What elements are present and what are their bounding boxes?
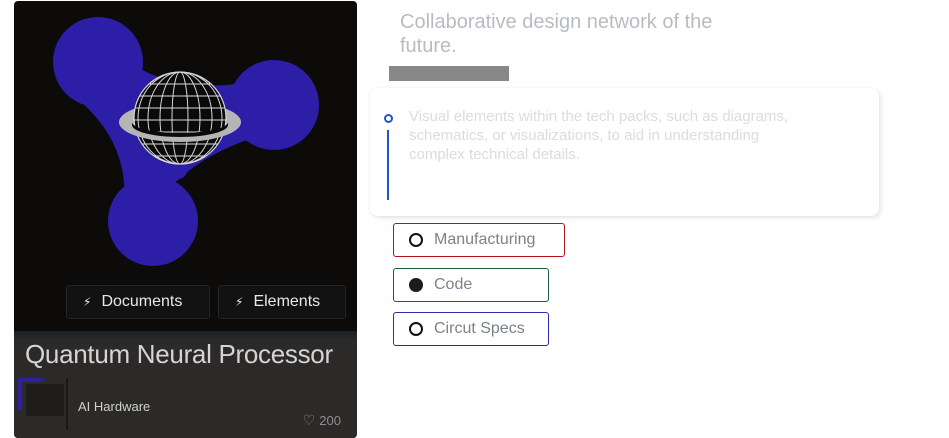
radio-checked-icon[interactable] — [409, 278, 423, 292]
product-illustration — [53, 17, 319, 266]
option-circut-specs[interactable]: Circut Specs — [393, 312, 549, 346]
like-button[interactable]: ♡ 200 — [303, 412, 341, 429]
category-label: AI Hardware — [78, 399, 151, 414]
option-code[interactable]: Code — [393, 268, 549, 302]
documents-chip-label: Documents — [101, 293, 183, 310]
globe-icon — [133, 71, 227, 165]
heart-icon: ♡ — [302, 412, 316, 428]
product-thumbnail — [18, 378, 66, 418]
elements-chip-label: Elements — [253, 293, 321, 310]
option-manufacturing[interactable]: Manufacturing — [393, 223, 565, 257]
lightning-icon: ⚡︎ — [235, 295, 244, 309]
headline: Collaborative design network of the futu… — [400, 11, 713, 57]
option-label: Manufacturing — [434, 231, 536, 248]
timeline-line — [387, 130, 389, 200]
elements-chip[interactable]: ⚡︎ Elements — [218, 285, 346, 319]
divider — [66, 378, 68, 430]
card-title: Quantum Neural Processor — [25, 339, 333, 369]
option-label: Circut Specs — [434, 320, 525, 337]
placeholder-bar — [389, 66, 509, 81]
option-label: Code — [434, 276, 473, 293]
lightning-icon: ⚡︎ — [83, 295, 92, 309]
info-card: Visual elements within the tech packs, s… — [370, 88, 879, 216]
radio-icon[interactable] — [409, 233, 423, 247]
product-card[interactable]: ⚡︎ Documents ⚡︎ Elements Quantum Neural … — [14, 1, 357, 438]
radio-icon[interactable] — [409, 322, 423, 336]
info-text: Visual elements within the tech packs, s… — [409, 108, 789, 163]
documents-chip[interactable]: ⚡︎ Documents — [66, 285, 210, 319]
timeline-dot — [384, 114, 393, 123]
like-count: 200 — [319, 413, 341, 428]
